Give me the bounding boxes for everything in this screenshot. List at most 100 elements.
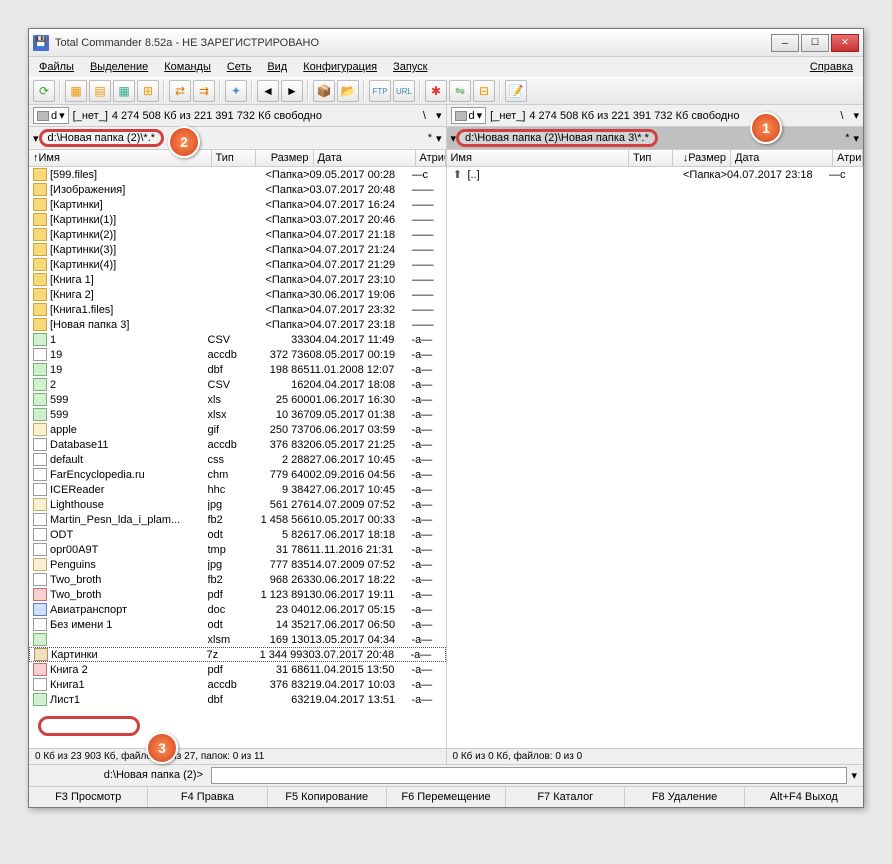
wand-icon[interactable]: ✦: [225, 80, 247, 102]
file-row[interactable]: ODTodt5 82617.06.2017 18:18-a—: [29, 527, 446, 542]
file-row[interactable]: [Картинки]<Папка>04.07.2017 16:24——: [29, 197, 446, 212]
file-row[interactable]: ICEReaderhhc9 38427.06.2017 10:45-a—: [29, 482, 446, 497]
pack-icon[interactable]: 📦: [313, 80, 335, 102]
file-row[interactable]: Martin_Pesn_lda_i_plam...fb21 458 56610.…: [29, 512, 446, 527]
file-row[interactable]: Two_brothpdf1 123 89130.06.2017 19:11-a—: [29, 587, 446, 602]
up-button[interactable]: ▾: [436, 109, 442, 122]
right-column-headers[interactable]: Имя Тип ↓Размер Дата Атрибу: [447, 150, 864, 167]
file-row[interactable]: 599xlsx10 36709.05.2017 01:38-a—: [29, 407, 446, 422]
left-path-bar[interactable]: ▾ d:\Новая папка (2)\*.* * ▾: [29, 127, 446, 150]
file-row[interactable]: [Книга 2]<Папка>30.06.2017 19:06——: [29, 287, 446, 302]
header-attr[interactable]: Атрибу: [833, 150, 863, 166]
menu-files[interactable]: Файлы: [33, 59, 80, 75]
url-icon[interactable]: URL: [393, 80, 415, 102]
file-row[interactable]: Database11accdb376 83206.05.2017 21:25-a…: [29, 437, 446, 452]
swap-panels-icon[interactable]: ⇄: [169, 80, 191, 102]
left-drive-select[interactable]: d ▾: [33, 107, 69, 124]
file-row[interactable]: xlsm169 13013.05.2017 04:34-a—: [29, 632, 446, 647]
f8-delete[interactable]: F8 Удаление: [625, 787, 744, 807]
menu-launch[interactable]: Запуск: [387, 59, 433, 75]
file-row[interactable]: 2CSV16204.04.2017 18:08-a—: [29, 377, 446, 392]
f5-copy[interactable]: F5 Копирование: [268, 787, 387, 807]
f3-view[interactable]: F3 Просмотр: [29, 787, 148, 807]
header-attr[interactable]: Атрибу: [416, 150, 446, 166]
history-button[interactable]: *: [428, 132, 432, 144]
command-dropdown[interactable]: ▾: [847, 767, 861, 784]
notepad-icon[interactable]: 📝: [505, 80, 527, 102]
file-row[interactable]: 19dbf198 86511.01.2008 12:07-a—: [29, 362, 446, 377]
header-size[interactable]: ↓Размер: [673, 150, 731, 166]
altf4-exit[interactable]: Alt+F4 Выход: [745, 787, 863, 807]
f4-edit[interactable]: F4 Правка: [148, 787, 267, 807]
refresh-icon[interactable]: ⟳: [33, 80, 55, 102]
favorites-button[interactable]: ▾: [853, 132, 859, 145]
file-row[interactable]: Two_brothfb2968 26330.06.2017 18:22-a—: [29, 572, 446, 587]
file-row[interactable]: Книга 2pdf31 68611.04.2015 13:50-a—: [29, 662, 446, 677]
header-ext[interactable]: Тип: [212, 150, 256, 166]
star-icon[interactable]: ✱: [425, 80, 447, 102]
favorites-button[interactable]: ▾: [436, 132, 442, 145]
file-row[interactable]: 1CSV33304.04.2017 11:49-a—: [29, 332, 446, 347]
root-button[interactable]: \: [423, 110, 426, 122]
menu-help[interactable]: Справка: [804, 59, 859, 75]
view-thumbs-icon[interactable]: ▦: [113, 80, 135, 102]
left-file-list[interactable]: ↑Имя Тип Размер Дата Атрибу [599.files]<…: [29, 150, 446, 748]
right-path-bar[interactable]: ▾ d:\Новая папка (2)\Новая папка 3\*.* *…: [447, 127, 864, 150]
right-file-list[interactable]: Имя Тип ↓Размер Дата Атрибу ⬆[..]<Папка>…: [447, 150, 864, 748]
file-row[interactable]: Без имени 1odt14 35217.06.2017 06:50-a—: [29, 617, 446, 632]
minimize-button[interactable]: ─: [771, 34, 799, 52]
unpack-icon[interactable]: 📂: [337, 80, 359, 102]
tree-icon[interactable]: ⊞: [137, 80, 159, 102]
close-button[interactable]: ✕: [831, 34, 859, 52]
file-row[interactable]: [Новая папка 3]<Папка>04.07.2017 23:18——: [29, 317, 446, 332]
history-button[interactable]: *: [845, 132, 849, 144]
file-row[interactable]: 19accdb372 73608.05.2017 00:19-a—: [29, 347, 446, 362]
sync-icon[interactable]: ⇋: [449, 80, 471, 102]
file-row[interactable]: opr00A9Ttmp31 78611.11.2016 21:31-a—: [29, 542, 446, 557]
file-row[interactable]: FarEncyclopedia.ruchm779 64002.09.2016 0…: [29, 467, 446, 482]
file-row[interactable]: [Книга 1]<Папка>04.07.2017 23:10——: [29, 272, 446, 287]
view-list-icon[interactable]: ▦: [65, 80, 87, 102]
file-row[interactable]: [Картинки(2)]<Папка>04.07.2017 21:18——: [29, 227, 446, 242]
titlebar[interactable]: 💾 Total Commander 8.52a - НЕ ЗАРЕГИСТРИР…: [29, 29, 863, 57]
compare-icon[interactable]: ⊟: [473, 80, 495, 102]
file-row[interactable]: defaultcss2 28827.06.2017 10:45-a—: [29, 452, 446, 467]
file-row[interactable]: Книга1accdb376 83219.04.2017 10:03-a—: [29, 677, 446, 692]
command-input[interactable]: [211, 767, 847, 784]
f6-move[interactable]: F6 Перемещение: [387, 787, 506, 807]
back-icon[interactable]: ◄: [257, 80, 279, 102]
file-row[interactable]: ⬆[..]<Папка>04.07.2017 23:18—c: [447, 167, 864, 182]
file-row[interactable]: Лист1dbf63219.04.2017 13:51-a—: [29, 692, 446, 707]
file-row[interactable]: [Книга1.files]<Папка>04.07.2017 23:32——: [29, 302, 446, 317]
menu-commands[interactable]: Команды: [158, 59, 217, 75]
file-row[interactable]: [Изображения]<Папка>03.07.2017 20:48——: [29, 182, 446, 197]
file-row[interactable]: [Картинки(3)]<Папка>04.07.2017 21:24——: [29, 242, 446, 257]
header-name[interactable]: Имя: [447, 150, 630, 166]
file-row[interactable]: Lighthousejpg561 27614.07.2009 07:52-a—: [29, 497, 446, 512]
file-row[interactable]: 599xls25 60001.06.2017 16:30-a—: [29, 392, 446, 407]
up-button[interactable]: ▾: [853, 109, 859, 122]
menu-view[interactable]: Вид: [261, 59, 293, 75]
ftp-icon[interactable]: FTP: [369, 80, 391, 102]
header-date[interactable]: Дата: [731, 150, 833, 166]
header-date[interactable]: Дата: [314, 150, 416, 166]
root-button[interactable]: \: [840, 110, 843, 122]
right-drive-select[interactable]: d ▾: [451, 107, 487, 124]
left-column-headers[interactable]: ↑Имя Тип Размер Дата Атрибу: [29, 150, 446, 167]
view-brief-icon[interactable]: ▤: [89, 80, 111, 102]
menu-config[interactable]: Конфигурация: [297, 59, 383, 75]
f7-mkdir[interactable]: F7 Каталог: [506, 787, 625, 807]
file-row[interactable]: Penguinsjpg777 83514.07.2009 07:52-a—: [29, 557, 446, 572]
file-row[interactable]: [Картинки(1)]<Папка>03.07.2017 20:46——: [29, 212, 446, 227]
header-ext[interactable]: Тип: [629, 150, 673, 166]
forward-icon[interactable]: ►: [281, 80, 303, 102]
menu-selection[interactable]: Выделение: [84, 59, 154, 75]
file-row[interactable]: Авиатранспортdoc23 04012.06.2017 05:15-a…: [29, 602, 446, 617]
file-row[interactable]: Картинки7z1 344 99303.07.2017 20:48-a—: [29, 647, 446, 662]
file-row[interactable]: [599.files]<Папка>09.05.2017 00:28—c: [29, 167, 446, 182]
header-size[interactable]: Размер: [256, 150, 314, 166]
maximize-button[interactable]: ☐: [801, 34, 829, 52]
file-row[interactable]: [Картинки(4)]<Папка>04.07.2017 21:29——: [29, 257, 446, 272]
file-row[interactable]: applegif250 73706.06.2017 03:59-a—: [29, 422, 446, 437]
target-equals-source-icon[interactable]: ⇉: [193, 80, 215, 102]
